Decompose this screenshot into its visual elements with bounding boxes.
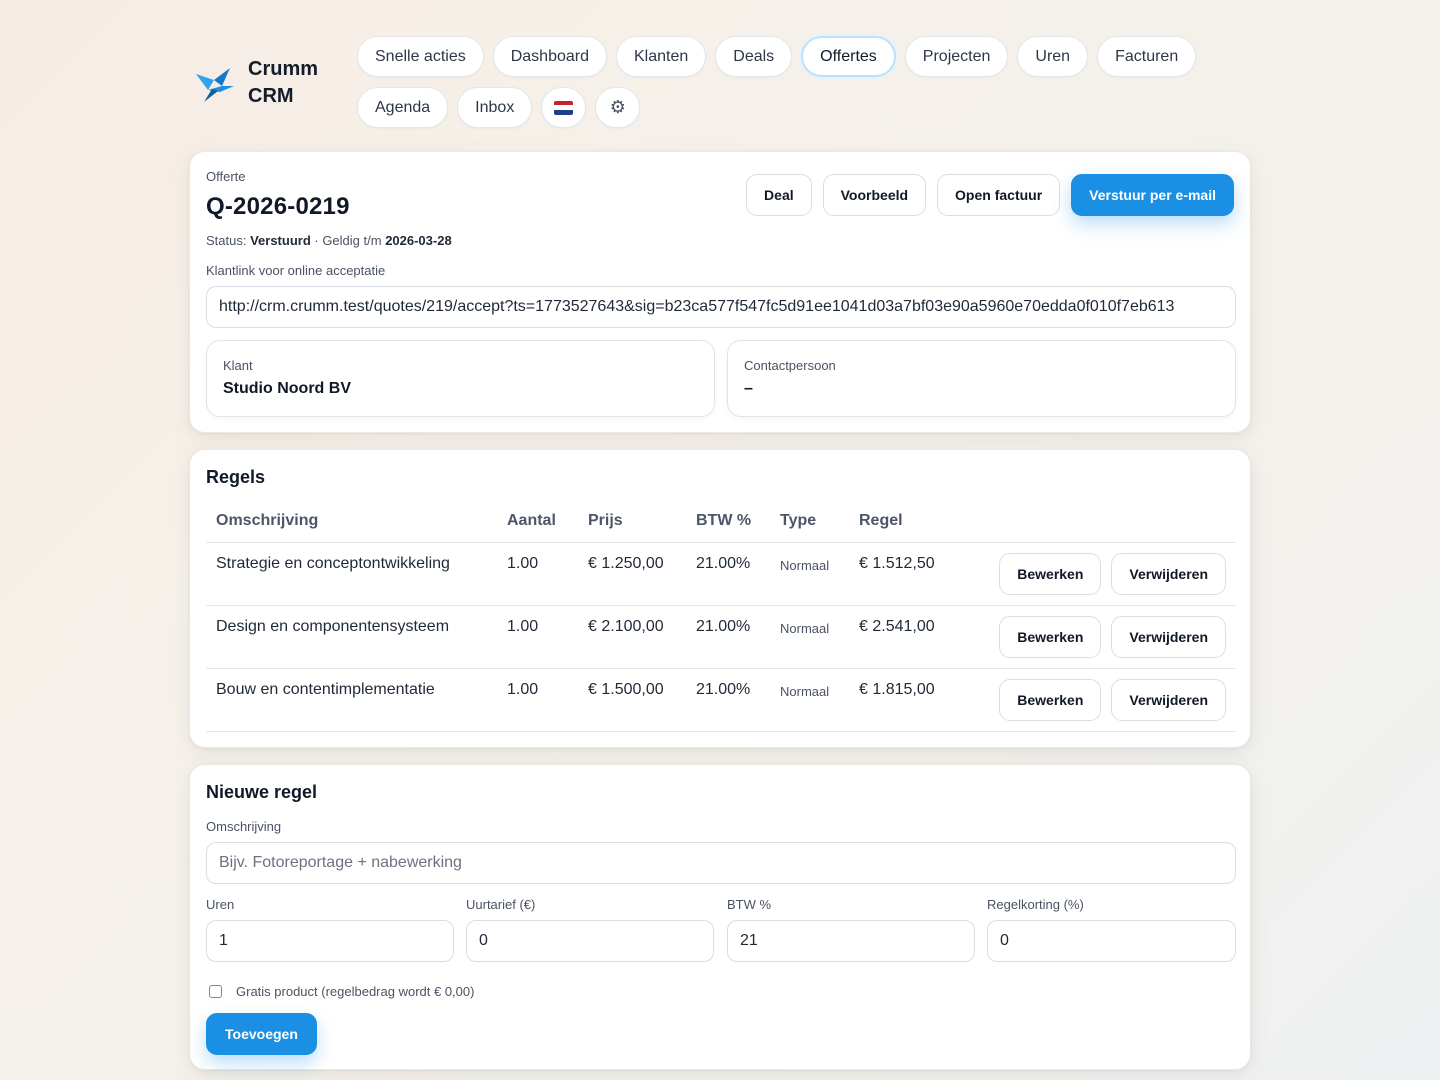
row-qty: 1.00 [507, 681, 539, 698]
client-box: Klant Studio Noord BV [206, 340, 715, 417]
send-email-button[interactable]: Verstuur per e-mail [1071, 174, 1234, 216]
nav-uren[interactable]: Uren [1017, 36, 1089, 77]
row-description: Design en componentensysteem [216, 618, 450, 635]
quote-header-card: Offerte Q-2026-0219 Status: Verstuurd · … [189, 151, 1251, 433]
lines-title: Regels [206, 467, 266, 487]
quote-label: Offerte [206, 169, 246, 184]
row-qty: 1.00 [507, 618, 539, 635]
column-header: BTW % [696, 512, 752, 529]
hours-label: Uren [206, 897, 235, 912]
row-price: € 1.250,00 [588, 555, 664, 572]
description-input[interactable] [206, 842, 1236, 884]
table-row: Bouw en contentimplementatie 1.00 € 1.50… [206, 669, 1236, 732]
rate-label: Uurtarief (€) [466, 897, 536, 912]
client-link-field[interactable]: http://crm.crumm.test/quotes/219/accept?… [206, 286, 1236, 328]
brand-name: Crumm CRM [248, 58, 319, 107]
delete-button[interactable]: Verwijderen [1111, 616, 1226, 658]
row-actions: Bewerken Verwijderen [999, 553, 1226, 595]
nav-deals[interactable]: Deals [715, 36, 793, 77]
row-actions: Bewerken Verwijderen [999, 679, 1226, 721]
row-type: Normaal [780, 684, 830, 699]
new-line-title: Nieuwe regel [206, 782, 318, 802]
new-line-card: Nieuwe regel Omschrijving Uren Uurtarief… [189, 764, 1251, 1070]
row-vat: 21.00% [696, 681, 751, 698]
vat-input[interactable] [727, 920, 975, 962]
row-description: Strategie en conceptontwikkeling [216, 555, 450, 572]
edit-button[interactable]: Bewerken [999, 553, 1102, 595]
contact-label: Contactpersoon [744, 358, 836, 373]
netherlands-flag-icon [554, 100, 574, 115]
status-value: Verstuurd [250, 233, 311, 248]
discount-label: Regelkorting (%) [987, 897, 1084, 912]
valid-until-value: 2026-03-28 [385, 233, 452, 248]
valid-prefix: · Geldig t/m [310, 233, 386, 248]
bird-logo-icon [196, 68, 234, 102]
client-link-label: Klantlink voor online acceptatie [206, 263, 386, 278]
row-price: € 2.100,00 [588, 618, 664, 635]
free-product-label: Gratis product (regelbedrag wordt € 0,00… [236, 984, 475, 999]
table-row: Strategie en conceptontwikkeling 1.00 € … [206, 543, 1236, 606]
row-total: € 2.541,00 [859, 618, 935, 635]
deal-button[interactable]: Deal [746, 174, 812, 216]
contact-box: Contactpersoon – [727, 340, 1236, 417]
nav-facturen[interactable]: Facturen [1097, 36, 1197, 77]
delete-button[interactable]: Verwijderen [1111, 553, 1226, 595]
row-price: € 1.500,00 [588, 681, 664, 698]
main-nav: Snelle acties Dashboard Klanten Deals Of… [357, 36, 1237, 128]
column-header: Type [780, 512, 817, 529]
row-type: Normaal [780, 558, 830, 573]
table-row: Design en componentensysteem 1.00 € 2.10… [206, 606, 1236, 669]
brand[interactable]: Crumm CRM [194, 56, 338, 110]
rate-input[interactable] [466, 920, 714, 962]
nav-offertes[interactable]: Offertes [801, 36, 896, 77]
quote-actions: Deal Voorbeeld Open factuur Verstuur per… [746, 174, 1234, 216]
description-label: Omschrijving [206, 819, 282, 834]
column-header: Aantal [507, 512, 556, 529]
preview-button[interactable]: Voorbeeld [822, 174, 927, 216]
nav-klanten[interactable]: Klanten [616, 36, 707, 77]
settings-button[interactable]: ⚙ [595, 87, 641, 128]
gear-icon: ⚙ [609, 97, 626, 117]
contact-value: – [744, 380, 753, 397]
nav-projecten[interactable]: Projecten [904, 36, 1009, 77]
row-qty: 1.00 [507, 555, 539, 572]
row-actions: Bewerken Verwijderen [999, 616, 1226, 658]
hours-input[interactable] [206, 920, 454, 962]
discount-input[interactable] [987, 920, 1236, 962]
column-header: Omschrijving [216, 512, 319, 529]
edit-button[interactable]: Bewerken [999, 616, 1102, 658]
row-description: Bouw en contentimplementatie [216, 681, 435, 698]
column-header: Prijs [588, 512, 623, 529]
vat-label: BTW % [727, 897, 772, 912]
lines-card: Regels Omschrijving Aantal Prijs BTW % T… [189, 449, 1251, 748]
client-label: Klant [223, 358, 253, 373]
add-line-button[interactable]: Toevoegen [206, 1013, 317, 1055]
row-total: € 1.512,50 [859, 555, 935, 572]
free-product-checkbox[interactable] [209, 985, 222, 998]
open-invoice-button[interactable]: Open factuur [937, 174, 1061, 216]
nav-snelle-acties[interactable]: Snelle acties [357, 36, 484, 77]
edit-button[interactable]: Bewerken [999, 679, 1102, 721]
table-header: Omschrijving Aantal Prijs BTW % Type Reg… [206, 500, 1236, 543]
top-navigation-bar: Crumm CRM Snelle acties Dashboard Klante… [190, 36, 1250, 130]
nav-inbox[interactable]: Inbox [457, 87, 533, 128]
row-total: € 1.815,00 [859, 681, 935, 698]
row-vat: 21.00% [696, 618, 751, 635]
nav-dashboard[interactable]: Dashboard [492, 36, 607, 77]
free-product-row: Gratis product (regelbedrag wordt € 0,00… [209, 984, 474, 999]
status-line: Status: Verstuurd · Geldig t/m 2026-03-2… [206, 233, 452, 248]
lines-table: Omschrijving Aantal Prijs BTW % Type Reg… [206, 500, 1236, 732]
language-button[interactable] [541, 87, 587, 128]
client-value: Studio Noord BV [223, 380, 351, 397]
column-header: Regel [859, 512, 903, 529]
row-type: Normaal [780, 621, 830, 636]
row-vat: 21.00% [696, 555, 751, 572]
quote-number: Q-2026-0219 [206, 193, 350, 220]
delete-button[interactable]: Verwijderen [1111, 679, 1226, 721]
status-prefix: Status: [206, 233, 251, 248]
nav-agenda[interactable]: Agenda [357, 87, 449, 128]
